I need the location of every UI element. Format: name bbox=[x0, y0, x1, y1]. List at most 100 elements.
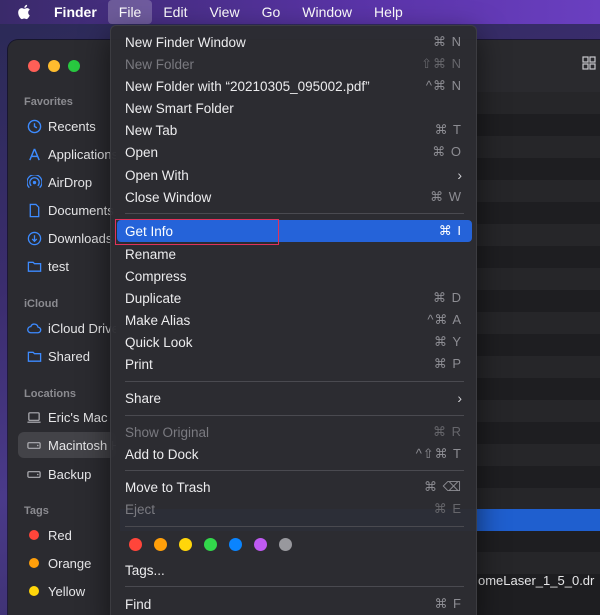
shared-folder-icon bbox=[26, 348, 42, 364]
menu-separator bbox=[125, 213, 464, 214]
menu-item-label: Close Window bbox=[125, 189, 212, 205]
menu-item-show-original[interactable]: Show Original ⌘ R bbox=[117, 421, 472, 443]
sidebar-item-downloads[interactable]: Downloads bbox=[18, 225, 116, 251]
tag-color-purple[interactable] bbox=[254, 538, 267, 551]
menu-item-new-smart-folder[interactable]: New Smart Folder bbox=[117, 97, 472, 119]
tag-color-swatch bbox=[29, 558, 39, 568]
menu-separator bbox=[125, 586, 464, 587]
minimize-window-button[interactable] bbox=[48, 60, 60, 72]
sidebar-item-label: Downloads bbox=[48, 230, 113, 246]
menu-item-find[interactable]: Find ⌘ F bbox=[117, 593, 472, 615]
menu-item-new-tab[interactable]: New Tab ⌘ T bbox=[117, 119, 472, 141]
menu-item-shortcut: ⌘ N bbox=[433, 34, 462, 49]
menu-item-label: Get Info bbox=[125, 223, 174, 239]
tag-color-blue[interactable] bbox=[229, 538, 242, 551]
menu-item-rename[interactable]: Rename bbox=[117, 243, 472, 265]
sidebar-item-test[interactable]: test bbox=[18, 253, 116, 279]
sidebar-item-icloud-drive[interactable]: iCloud Drive bbox=[18, 315, 116, 341]
applications-icon bbox=[26, 146, 42, 162]
menu-item-shortcut: ⇧⌘ N bbox=[421, 56, 462, 71]
menu-view[interactable]: View bbox=[198, 0, 250, 24]
menu-item-quick-look[interactable]: Quick Look ⌘ Y bbox=[117, 331, 472, 353]
menu-item-print[interactable]: Print ⌘ P bbox=[117, 353, 472, 375]
sidebar-tag-yellow[interactable]: Yellow bbox=[18, 578, 116, 604]
menu-item-label: New Folder with “20210305_095002.pdf” bbox=[125, 78, 370, 94]
folder-icon bbox=[26, 258, 42, 274]
menu-item-tags[interactable]: Tags... bbox=[117, 559, 472, 581]
menu-item-compress[interactable]: Compress bbox=[117, 265, 472, 287]
zoom-window-button[interactable] bbox=[68, 60, 80, 72]
icloud-header: iCloud bbox=[24, 298, 59, 310]
menu-item-eject[interactable]: Eject ⌘ E bbox=[117, 498, 472, 520]
menu-item-label: Print bbox=[125, 356, 153, 372]
tag-color-red[interactable] bbox=[129, 538, 142, 551]
menu-item-share[interactable]: Share › bbox=[117, 387, 472, 409]
menu-item-shortcut: ^⌘ A bbox=[427, 312, 462, 327]
menu-item-shortcut: ^⇧⌘ T bbox=[415, 446, 462, 461]
menu-item-get-info[interactable]: Get Info ⌘ I bbox=[117, 220, 472, 242]
menu-item-shortcut: ⌘ T bbox=[434, 122, 462, 137]
file-name-label[interactable]: omeLaser_1_5_0.dr bbox=[478, 573, 594, 588]
menu-item-new-finder-window[interactable]: New Finder Window ⌘ N bbox=[117, 31, 472, 53]
menu-help[interactable]: Help bbox=[363, 0, 414, 24]
menu-item-add-to-dock[interactable]: Add to Dock ^⇧⌘ T bbox=[117, 443, 472, 465]
sidebar-item-label: AirDrop bbox=[48, 174, 93, 190]
menu-item-open-with[interactable]: Open With › bbox=[117, 164, 472, 186]
menu-finder[interactable]: Finder bbox=[48, 0, 108, 24]
locations-header: Locations bbox=[24, 388, 76, 400]
menu-item-move-to-trash[interactable]: Move to Trash ⌘ ⌫ bbox=[117, 476, 472, 498]
menu-item-close-window[interactable]: Close Window ⌘ W bbox=[117, 186, 472, 208]
sidebar-tag-red[interactable]: Red bbox=[18, 522, 116, 548]
window-controls bbox=[28, 60, 80, 72]
menu-window[interactable]: Window bbox=[291, 0, 363, 24]
sidebar-item-airdrop[interactable]: AirDrop bbox=[18, 169, 116, 195]
sidebar-item-documents[interactable]: Documents bbox=[18, 197, 116, 223]
tag-color-green[interactable] bbox=[204, 538, 217, 551]
tag-color-gray[interactable] bbox=[279, 538, 292, 551]
menu-item-label: Add to Dock bbox=[125, 446, 199, 462]
menu-item-shortcut: ⌘ W bbox=[430, 189, 462, 204]
menu-go[interactable]: Go bbox=[251, 0, 292, 24]
sidebar-item-applications[interactable]: Applications bbox=[18, 141, 116, 167]
hard-drive-icon bbox=[26, 466, 42, 482]
tag-color-orange[interactable] bbox=[154, 538, 167, 551]
menu-separator bbox=[125, 415, 464, 416]
sidebar-item-recents[interactable]: Recents bbox=[18, 113, 116, 139]
sidebar-item-erics-mac[interactable]: Eric's Mac bbox=[18, 404, 116, 430]
menu-item-shortcut: ⌘ O bbox=[432, 144, 462, 159]
tag-color-swatch bbox=[29, 586, 39, 596]
sidebar-item-macintosh-hd[interactable]: Macintosh HD bbox=[18, 432, 116, 458]
menu-item-label: Rename bbox=[125, 246, 177, 262]
apple-menu[interactable] bbox=[0, 4, 48, 20]
menu-item-new-folder[interactable]: New Folder ⇧⌘ N bbox=[117, 53, 472, 75]
menu-item-open[interactable]: Open ⌘ O bbox=[117, 141, 472, 163]
sidebar-item-label: Eric's Mac bbox=[48, 409, 108, 425]
menu-file[interactable]: File bbox=[107, 0, 153, 24]
sidebar-item-label: Shared bbox=[48, 348, 90, 364]
sidebar-tag-orange[interactable]: Orange bbox=[18, 550, 116, 576]
menu-item-label: New Folder bbox=[125, 56, 195, 72]
menu-item-make-alias[interactable]: Make Alias ^⌘ A bbox=[117, 309, 472, 331]
menu-item-label: Show Original bbox=[125, 424, 210, 440]
menu-item-new-folder-with-selection[interactable]: New Folder with “20210305_095002.pdf” ^⌘… bbox=[117, 75, 472, 97]
menu-bar: Finder File Edit View Go Window Help bbox=[0, 0, 600, 24]
menu-edit[interactable]: Edit bbox=[152, 0, 198, 24]
hard-drive-icon bbox=[26, 437, 42, 453]
menu-item-label: Open With bbox=[125, 167, 189, 183]
menu-item-label: New Smart Folder bbox=[125, 100, 234, 116]
sidebar-item-shared[interactable]: Shared bbox=[18, 343, 116, 369]
document-icon bbox=[26, 202, 42, 218]
apple-logo-icon bbox=[18, 4, 30, 20]
tags-header: Tags bbox=[24, 505, 49, 517]
laptop-icon bbox=[26, 409, 42, 425]
menu-item-duplicate[interactable]: Duplicate ⌘ D bbox=[117, 287, 472, 309]
sidebar-item-label: Backup bbox=[48, 466, 92, 482]
sidebar-item-label: iCloud Drive bbox=[48, 320, 116, 336]
menu-item-shortcut: ⌘ D bbox=[433, 290, 462, 305]
menu-item-shortcut: ⌘ ⌫ bbox=[424, 479, 462, 494]
sidebar-item-backup[interactable]: Backup bbox=[18, 461, 116, 487]
tag-color-yellow[interactable] bbox=[179, 538, 192, 551]
icon-view-grid-icon[interactable] bbox=[582, 56, 596, 75]
close-window-button[interactable] bbox=[28, 60, 40, 72]
yellow-tag-dot-icon bbox=[26, 583, 42, 599]
